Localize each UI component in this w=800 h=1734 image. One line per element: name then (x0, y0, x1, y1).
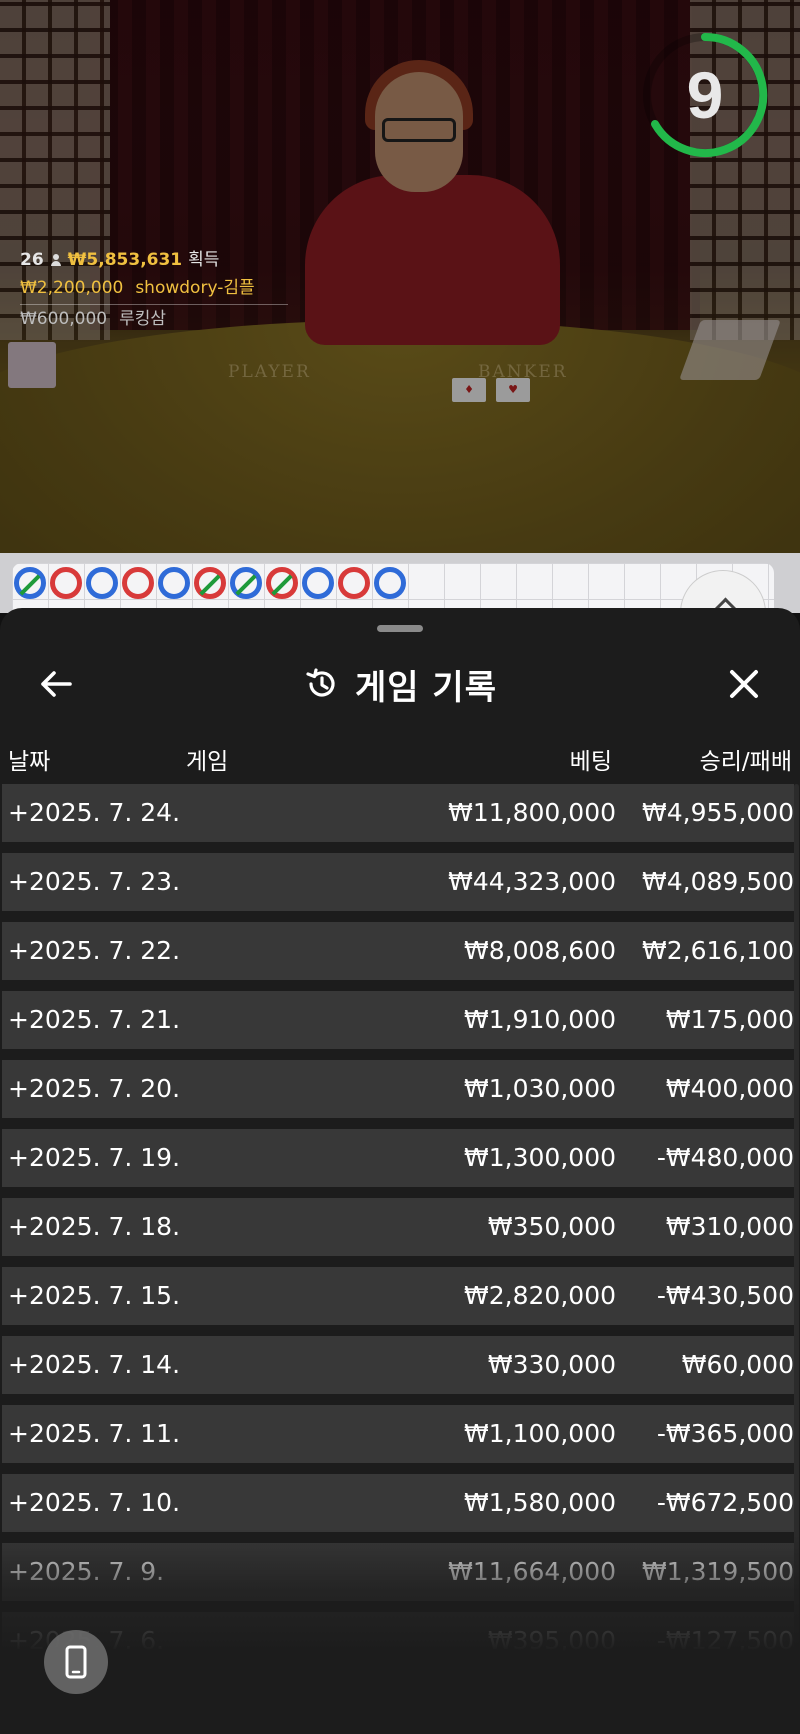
row-bet-amount: ₩330,000 (487, 1350, 616, 1379)
row-date: +2025. 7. 19. (8, 1143, 181, 1172)
history-row[interactable]: +2025. 7. 6.₩395,000-₩127,500 (2, 1612, 794, 1670)
row-win-loss: ₩400,000 (665, 1074, 794, 1103)
row-date: +2025. 7. 11. (8, 1419, 181, 1448)
row-win-loss: -₩672,500 (656, 1488, 794, 1517)
row-bet-amount: ₩1,100,000 (464, 1419, 616, 1448)
player-bead (14, 567, 46, 599)
history-row[interactable]: +2025. 7. 10. ₩1,580,000 -₩672,500 (2, 1474, 794, 1532)
total-winnings: ₩5,853,631 (67, 250, 183, 270)
player-bead (230, 567, 262, 599)
row-win-loss: -₩480,000 (656, 1143, 794, 1172)
player-bead (86, 567, 118, 599)
row-bet-amount: ₩44,323,000 (448, 867, 616, 896)
row-bet-amount: ₩350,000 (487, 1212, 616, 1241)
winner-amount: ₩600,000 (20, 309, 108, 329)
banker-bead (338, 567, 370, 599)
row-bet-amount: ₩11,664,000 (448, 1557, 616, 1586)
history-icon (306, 668, 335, 697)
row-win-loss: -₩365,000 (656, 1419, 794, 1448)
history-row[interactable]: +2025. 7. 14. ₩330,000 ₩60,000 (2, 1336, 794, 1394)
history-row[interactable]: +2025. 7. 20. ₩1,030,000 ₩400,000 (2, 1060, 794, 1118)
row-win-loss: -₩127,500 (656, 1626, 794, 1655)
column-header-date[interactable]: 날짜 (8, 742, 50, 776)
history-row[interactable]: +2025. 7. 21. ₩1,910,000 ₩175,000 (2, 991, 794, 1049)
close-button[interactable] (718, 660, 770, 708)
row-win-loss: ₩175,000 (665, 1005, 794, 1034)
table-header: 날짜 게임 베팅 승리/패배 (0, 738, 800, 778)
row-win-loss: ₩1,319,500 (642, 1557, 794, 1586)
arrow-left-icon (41, 671, 72, 697)
winner-name: showdory-김플 (135, 278, 255, 298)
row-bet-amount: ₩1,910,000 (464, 1005, 616, 1034)
sheet-title-group: 게임 기록 (0, 648, 800, 720)
row-win-loss: ₩310,000 (665, 1212, 794, 1241)
history-row[interactable]: +2025. 7. 22. ₩8,008,600 ₩2,616,100 (2, 922, 794, 980)
winner-count: 26 (20, 250, 44, 270)
banker-bead (122, 567, 154, 599)
row-date: +2025. 7. 23. (8, 867, 181, 896)
winner-amount: ₩2,200,000 (20, 278, 124, 298)
row-date: +2025. 7. 20. (8, 1074, 181, 1103)
row-bet-amount: ₩395,000 (487, 1626, 616, 1655)
device-toggle-button[interactable] (44, 1630, 108, 1694)
column-header-win-loss[interactable]: 승리/패배 (700, 742, 792, 776)
column-header-game[interactable]: 게임 (186, 742, 228, 776)
player-bead (302, 567, 334, 599)
winner-entry: ₩2,200,000 showdory-김플 (20, 274, 288, 305)
player-bead (374, 567, 406, 599)
banker-bead (50, 567, 82, 599)
row-date: +2025. 7. 14. (8, 1350, 181, 1379)
history-row[interactable]: +2025. 7. 18. ₩350,000 ₩310,000 (2, 1198, 794, 1256)
row-date: +2025. 7. 24. (8, 798, 181, 827)
row-bet-amount: ₩1,030,000 (464, 1074, 616, 1103)
row-win-loss: ₩4,089,500 (642, 867, 794, 896)
column-header-bet[interactable]: 베팅 (570, 742, 612, 776)
history-row[interactable]: +2025. 7. 24. ₩11,800,000 ₩4,955,000 (2, 784, 794, 842)
close-icon (730, 670, 758, 698)
row-win-loss: ₩2,616,100 (642, 936, 794, 965)
row-bet-amount: ₩1,300,000 (464, 1143, 616, 1172)
history-row[interactable]: +2025. 7. 11. ₩1,100,000 -₩365,000 (2, 1405, 794, 1463)
row-date: +2025. 7. 18. (8, 1212, 181, 1241)
back-button[interactable] (30, 660, 82, 708)
history-row[interactable]: +2025. 7. 23. ₩44,323,000 ₩4,089,500 (2, 853, 794, 911)
row-win-loss: ₩4,955,000 (642, 798, 794, 827)
row-date: +2025. 7. 21. (8, 1005, 181, 1034)
sheet-title: 게임 기록 (355, 667, 497, 708)
banker-bead (194, 567, 226, 599)
row-bet-amount: ₩11,800,000 (448, 798, 616, 827)
user-icon (50, 254, 62, 266)
row-date: +2025. 7. 15. (8, 1281, 181, 1310)
history-list: +2025. 7. 24. ₩11,800,000 ₩4,955,000 +2025.… (2, 784, 794, 1681)
sheet-header: 게임 기록 (0, 648, 800, 720)
phone-icon (65, 1645, 87, 1679)
row-date: +2025. 7. 22. (8, 936, 181, 965)
sheet-drag-handle[interactable] (377, 625, 423, 632)
row-win-loss: -₩430,500 (656, 1281, 794, 1310)
row-date: +2025. 7. 9. (8, 1557, 165, 1586)
timer-value: 9 (686, 58, 724, 132)
win-suffix: 획득 (188, 250, 220, 270)
banker-bead (266, 567, 298, 599)
win-summary: 26 ₩5,853,631 획득 (20, 246, 288, 274)
countdown-timer: 9 (640, 30, 770, 160)
row-date: +2025. 7. 10. (8, 1488, 181, 1517)
live-video-feed: PLAYER BANKER ♦ ♥ 26 ₩5,853,631 획득 ₩2,20… (0, 0, 800, 553)
scrollbar[interactable] (794, 784, 799, 1724)
winner-name: 루킹삼 (119, 309, 167, 329)
row-bet-amount: ₩1,580,000 (464, 1488, 616, 1517)
player-bead (158, 567, 190, 599)
history-row[interactable]: +2025. 7. 19. ₩1,300,000 -₩480,000 (2, 1129, 794, 1187)
row-bet-amount: ₩8,008,600 (464, 936, 616, 965)
game-history-sheet: 게임 기록 날짜 게임 베팅 승리/패배 +2025. 7. 24. ₩11,80… (0, 608, 800, 1734)
row-bet-amount: ₩2,820,000 (464, 1281, 616, 1310)
row-win-loss: ₩60,000 (681, 1350, 794, 1379)
history-row[interactable]: +2025. 7. 15. ₩2,820,000 -₩430,500 (2, 1267, 794, 1325)
history-row[interactable]: +2025. 7. 9. ₩11,664,000 ₩1,319,500 (2, 1543, 794, 1601)
winner-entry: ₩600,000 루킹삼 (20, 305, 288, 333)
recent-winners-overlay: 26 ₩5,853,631 획득 ₩2,200,000 showdory-김플 … (20, 246, 288, 333)
